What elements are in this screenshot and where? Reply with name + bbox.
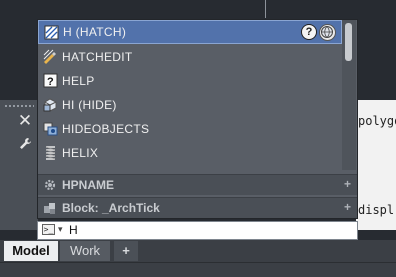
command-input[interactable]: [69, 222, 329, 238]
autocomplete-item-label: HELIX: [62, 146, 99, 160]
autocomplete-item-help[interactable]: ? HELP: [38, 69, 342, 93]
svg-text:?: ?: [47, 76, 54, 88]
section-label: HPNAME: [62, 178, 115, 192]
autocomplete-item-label: H (HATCH): [63, 25, 127, 39]
autocomplete-item-hideobjects[interactable]: HIDEOBJECTS: [38, 117, 342, 141]
autocomplete-item-hatchedit[interactable]: HATCHEDIT: [38, 45, 342, 69]
chevron-down-icon[interactable]: ▾: [58, 224, 63, 235]
block-icon: [43, 201, 57, 215]
globe-search-icon[interactable]: [319, 24, 336, 41]
history-line: displ: [358, 203, 395, 217]
help-icon: ?: [43, 73, 58, 88]
divider: [0, 262, 396, 263]
autocomplete-item-label: HATCHEDIT: [62, 50, 133, 64]
history-line: polygon: [358, 114, 396, 128]
autocomplete-section-block[interactable]: Block: _ArchTick +: [38, 197, 357, 218]
expand-icon[interactable]: +: [344, 177, 351, 191]
close-icon[interactable]: ✕: [16, 112, 34, 130]
autocomplete-item-label: HELP: [62, 74, 95, 88]
autocomplete-item-hide[interactable]: HI (HIDE): [38, 93, 342, 117]
help-icon[interactable]: ?: [301, 24, 317, 40]
autocomplete-item-helix[interactable]: HELIX: [38, 141, 342, 165]
add-layout-button[interactable]: +: [114, 241, 138, 261]
helix-icon: [43, 145, 58, 160]
palette-grip-handle[interactable]: [4, 104, 34, 109]
expand-icon[interactable]: +: [344, 200, 351, 214]
wrench-icon[interactable]: [16, 136, 34, 154]
autocomplete-section-hpname[interactable]: HPNAME +: [38, 174, 357, 195]
autocomplete-item-label: HI (HIDE): [62, 98, 117, 112]
hide-icon: [43, 97, 58, 112]
hatch-icon: [44, 25, 59, 40]
tab-model[interactable]: Model: [4, 241, 58, 261]
autocomplete-item-label: HIDEOBJECTS: [62, 122, 150, 136]
command-prompt-icon[interactable]: >_: [42, 224, 55, 235]
drawing-line: [265, 0, 266, 18]
scrollbar-thumb[interactable]: [345, 23, 352, 61]
autocomplete-item-hatch[interactable]: H (HATCH): [38, 20, 342, 44]
gear-icon: [43, 178, 57, 192]
section-label: Block: _ArchTick: [62, 201, 160, 215]
hideobjects-icon: [43, 121, 58, 136]
hatchedit-icon: [43, 49, 58, 64]
tab-work[interactable]: Work: [60, 241, 110, 261]
